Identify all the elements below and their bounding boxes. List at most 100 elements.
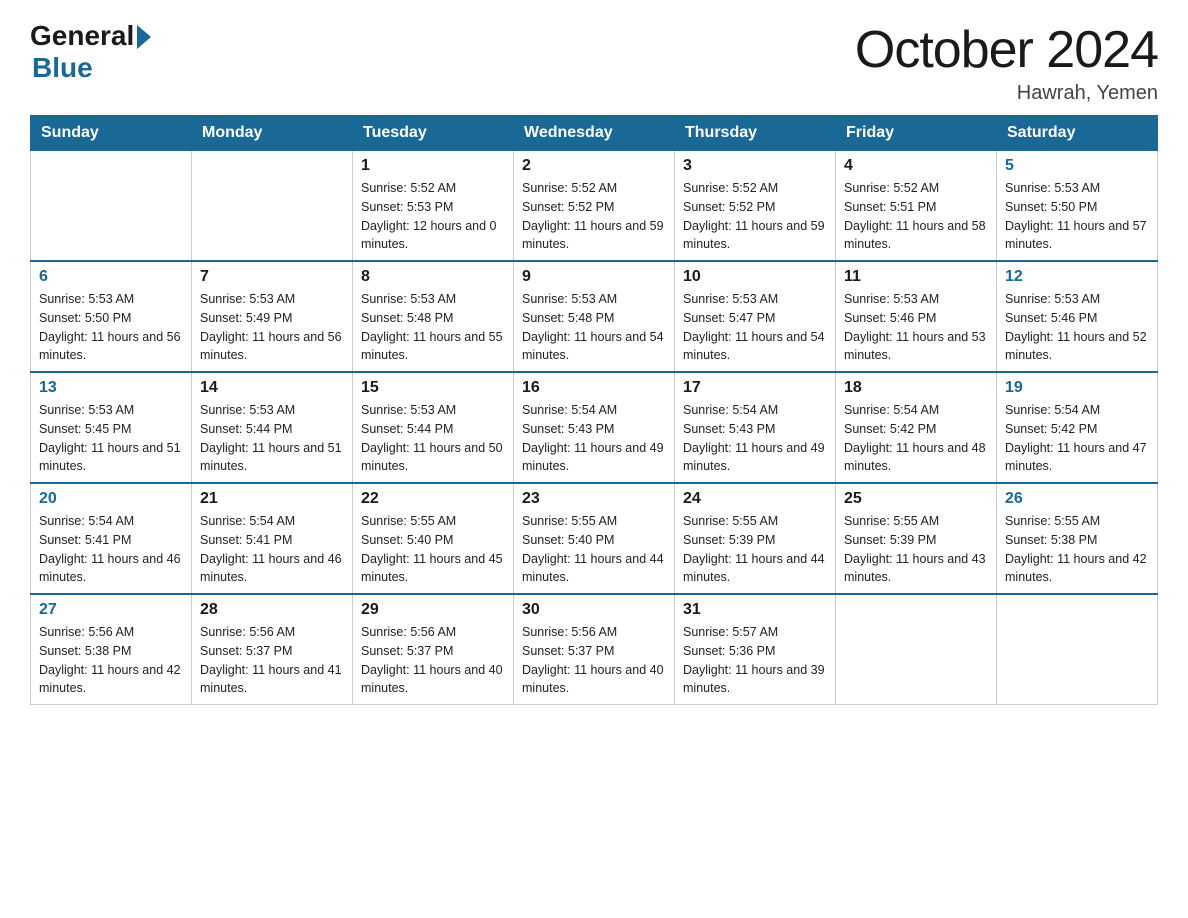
calendar-header: SundayMondayTuesdayWednesdayThursdayFrid… — [31, 116, 1158, 151]
day-info: Sunrise: 5:54 AMSunset: 5:42 PMDaylight:… — [1005, 401, 1149, 476]
day-number: 26 — [1005, 490, 1149, 508]
day-number: 9 — [522, 268, 666, 286]
table-row: 10 Sunrise: 5:53 AMSunset: 5:47 PMDayligh… — [675, 261, 836, 372]
header-sunday: Sunday — [31, 116, 192, 151]
table-row: 4 Sunrise: 5:52 AMSunset: 5:51 PMDaylight… — [836, 151, 997, 262]
table-row: 5 Sunrise: 5:53 AMSunset: 5:50 PMDaylight… — [997, 151, 1158, 262]
day-number: 12 — [1005, 268, 1149, 286]
day-number: 10 — [683, 268, 827, 286]
calendar-table: SundayMondayTuesdayWednesdayThursdayFrid… — [30, 115, 1158, 705]
day-info: Sunrise: 5:53 AMSunset: 5:49 PMDaylight:… — [200, 290, 344, 365]
day-number: 7 — [200, 268, 344, 286]
day-info: Sunrise: 5:55 AMSunset: 5:38 PMDaylight:… — [1005, 512, 1149, 587]
table-row: 15Sunrise: 5:53 AMSunset: 5:44 PMDayligh… — [353, 372, 514, 483]
day-info: Sunrise: 5:53 AMSunset: 5:45 PMDaylight:… — [39, 401, 183, 476]
table-row: 28Sunrise: 5:56 AMSunset: 5:37 PMDayligh… — [192, 594, 353, 705]
logo-arrow-icon — [137, 25, 151, 49]
day-number: 14 — [200, 379, 344, 397]
header-saturday: Saturday — [997, 116, 1158, 151]
table-row: 16 Sunrise: 5:54 AMSunset: 5:43 PMDayligh… — [514, 372, 675, 483]
day-number: 24 — [683, 490, 827, 508]
week-row-4: 20Sunrise: 5:54 AMSunset: 5:41 PMDayligh… — [31, 483, 1158, 594]
day-info: Sunrise: 5:52 AMSunset: 5:52 PMDaylight:… — [522, 179, 666, 254]
main-title: October 2024 — [855, 20, 1158, 80]
day-number: 29 — [361, 601, 505, 619]
day-number: 13 — [39, 379, 183, 397]
table-row: 21 Sunrise: 5:54 AMSunset: 5:41 PMDayligh… — [192, 483, 353, 594]
day-info: Sunrise: 5:53 AMSunset: 5:50 PMDaylight:… — [1005, 179, 1149, 254]
table-row: 9 Sunrise: 5:53 AMSunset: 5:48 PMDaylight… — [514, 261, 675, 372]
week-row-3: 13 Sunrise: 5:53 AMSunset: 5:45 PMDayligh… — [31, 372, 1158, 483]
day-info: Sunrise: 5:52 AMSunset: 5:52 PMDaylight:… — [683, 179, 827, 254]
table-row: 7 Sunrise: 5:53 AMSunset: 5:49 PMDaylight… — [192, 261, 353, 372]
title-section: October 2024 Hawrah, Yemen — [855, 20, 1158, 105]
page-header: General Blue October 2024 Hawrah, Yemen — [30, 20, 1158, 105]
table-row: 26 Sunrise: 5:55 AMSunset: 5:38 PMDayligh… — [997, 483, 1158, 594]
table-row — [997, 594, 1158, 705]
day-number: 18 — [844, 379, 988, 397]
day-number: 31 — [683, 601, 827, 619]
table-row: 13 Sunrise: 5:53 AMSunset: 5:45 PMDayligh… — [31, 372, 192, 483]
day-number: 21 — [200, 490, 344, 508]
day-info: Sunrise: 5:54 AMSunset: 5:41 PMDaylight:… — [39, 512, 183, 587]
day-number: 23 — [522, 490, 666, 508]
table-row: 25Sunrise: 5:55 AMSunset: 5:39 PMDayligh… — [836, 483, 997, 594]
day-number: 27 — [39, 601, 183, 619]
calendar-body: 1 Sunrise: 5:52 AMSunset: 5:53 PMDaylight… — [31, 151, 1158, 705]
day-number: 11 — [844, 268, 988, 286]
table-row: 11 Sunrise: 5:53 AMSunset: 5:46 PMDayligh… — [836, 261, 997, 372]
day-info: Sunrise: 5:55 AMSunset: 5:40 PMDaylight:… — [522, 512, 666, 587]
day-number: 30 — [522, 601, 666, 619]
table-row — [31, 151, 192, 262]
table-row: 12Sunrise: 5:53 AMSunset: 5:46 PMDayligh… — [997, 261, 1158, 372]
week-row-1: 1 Sunrise: 5:52 AMSunset: 5:53 PMDaylight… — [31, 151, 1158, 262]
header-row: SundayMondayTuesdayWednesdayThursdayFrid… — [31, 116, 1158, 151]
table-row: 18 Sunrise: 5:54 AMSunset: 5:42 PMDayligh… — [836, 372, 997, 483]
day-info: Sunrise: 5:53 AMSunset: 5:46 PMDaylight:… — [844, 290, 988, 365]
table-row: 23 Sunrise: 5:55 AMSunset: 5:40 PMDayligh… — [514, 483, 675, 594]
table-row: 17Sunrise: 5:54 AMSunset: 5:43 PMDayligh… — [675, 372, 836, 483]
table-row: 8Sunrise: 5:53 AMSunset: 5:48 PMDaylight… — [353, 261, 514, 372]
table-row: 3Sunrise: 5:52 AMSunset: 5:52 PMDaylight… — [675, 151, 836, 262]
logo: General Blue — [30, 20, 151, 84]
table-row: 20Sunrise: 5:54 AMSunset: 5:41 PMDayligh… — [31, 483, 192, 594]
day-number: 25 — [844, 490, 988, 508]
day-number: 22 — [361, 490, 505, 508]
week-row-5: 27 Sunrise: 5:56 AMSunset: 5:38 PMDayligh… — [31, 594, 1158, 705]
table-row: 30Sunrise: 5:56 AMSunset: 5:37 PMDayligh… — [514, 594, 675, 705]
day-number: 16 — [522, 379, 666, 397]
day-number: 28 — [200, 601, 344, 619]
day-number: 2 — [522, 157, 666, 175]
table-row: 14 Sunrise: 5:53 AMSunset: 5:44 PMDayligh… — [192, 372, 353, 483]
week-row-2: 6 Sunrise: 5:53 AMSunset: 5:50 PMDaylight… — [31, 261, 1158, 372]
table-row: 19 Sunrise: 5:54 AMSunset: 5:42 PMDayligh… — [997, 372, 1158, 483]
day-info: Sunrise: 5:54 AMSunset: 5:41 PMDaylight:… — [200, 512, 344, 587]
table-row — [192, 151, 353, 262]
day-info: Sunrise: 5:53 AMSunset: 5:48 PMDaylight:… — [361, 290, 505, 365]
header-thursday: Thursday — [675, 116, 836, 151]
day-info: Sunrise: 5:52 AMSunset: 5:53 PMDaylight:… — [361, 179, 505, 254]
day-info: Sunrise: 5:53 AMSunset: 5:48 PMDaylight:… — [522, 290, 666, 365]
table-row: 2 Sunrise: 5:52 AMSunset: 5:52 PMDaylight… — [514, 151, 675, 262]
day-number: 19 — [1005, 379, 1149, 397]
day-info: Sunrise: 5:54 AMSunset: 5:43 PMDaylight:… — [522, 401, 666, 476]
day-info: Sunrise: 5:54 AMSunset: 5:42 PMDaylight:… — [844, 401, 988, 476]
logo-general-text: General — [30, 20, 134, 52]
day-info: Sunrise: 5:53 AMSunset: 5:50 PMDaylight:… — [39, 290, 183, 365]
day-number: 1 — [361, 157, 505, 175]
table-row — [836, 594, 997, 705]
day-info: Sunrise: 5:52 AMSunset: 5:51 PMDaylight:… — [844, 179, 988, 254]
day-number: 6 — [39, 268, 183, 286]
day-info: Sunrise: 5:53 AMSunset: 5:47 PMDaylight:… — [683, 290, 827, 365]
day-info: Sunrise: 5:53 AMSunset: 5:44 PMDaylight:… — [200, 401, 344, 476]
table-row: 6 Sunrise: 5:53 AMSunset: 5:50 PMDaylight… — [31, 261, 192, 372]
table-row: 24Sunrise: 5:55 AMSunset: 5:39 PMDayligh… — [675, 483, 836, 594]
day-number: 5 — [1005, 157, 1149, 175]
table-row: 31Sunrise: 5:57 AMSunset: 5:36 PMDayligh… — [675, 594, 836, 705]
day-number: 4 — [844, 157, 988, 175]
header-friday: Friday — [836, 116, 997, 151]
table-row: 1 Sunrise: 5:52 AMSunset: 5:53 PMDaylight… — [353, 151, 514, 262]
header-wednesday: Wednesday — [514, 116, 675, 151]
table-row: 29Sunrise: 5:56 AMSunset: 5:37 PMDayligh… — [353, 594, 514, 705]
day-info: Sunrise: 5:56 AMSunset: 5:38 PMDaylight:… — [39, 623, 183, 698]
